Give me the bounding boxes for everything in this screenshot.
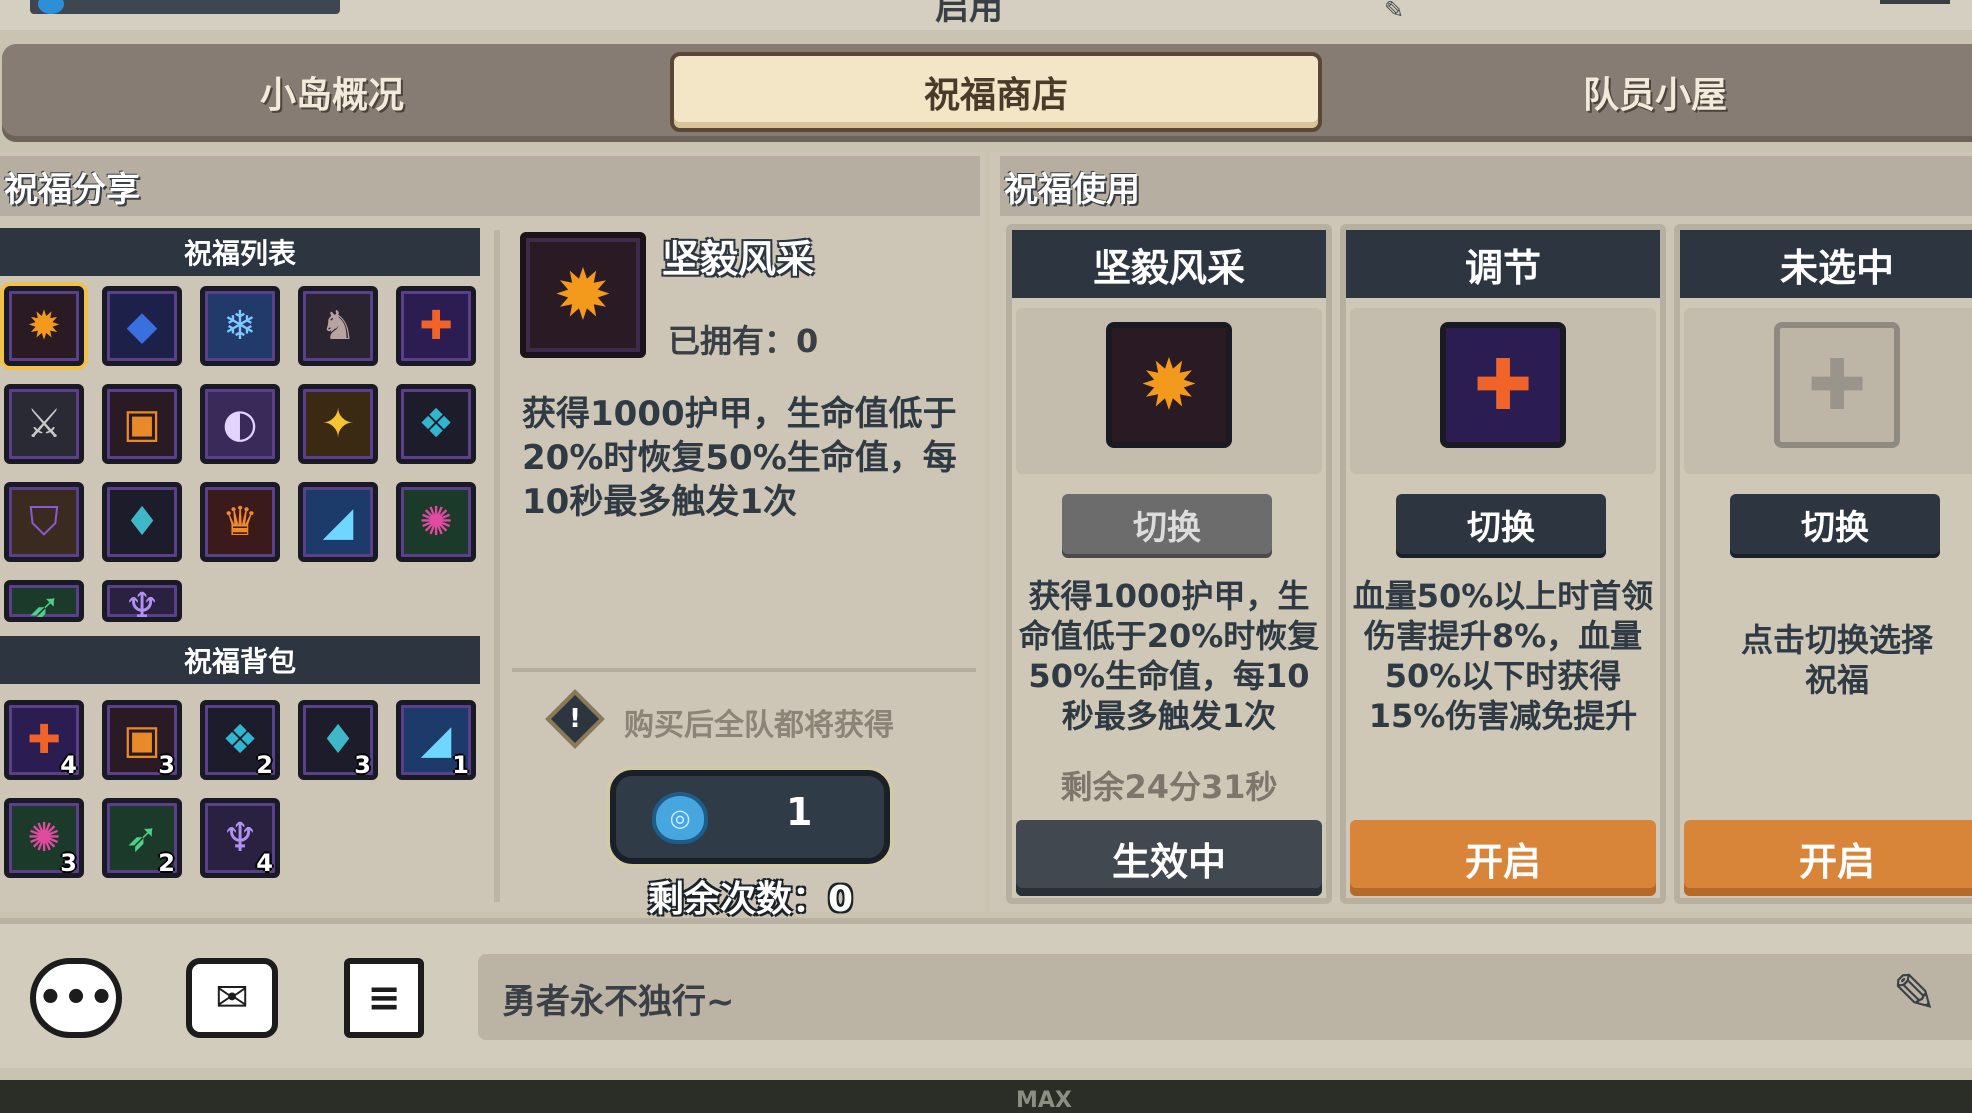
blessing-slot-card: 调节 ✚ 切换 血量50%以上时首领伤害提升8%，血量50%以下时获得15%伤害… <box>1340 224 1666 904</box>
item-count: 4 <box>256 849 273 877</box>
enable-button[interactable]: 开启 <box>1684 820 1972 896</box>
slot-desc: 点击切换选择祝福 <box>1740 621 1933 699</box>
slot-title: 坚毅风采 <box>1012 230 1326 298</box>
cross-star-icon[interactable]: ✚ 4 <box>4 700 84 780</box>
fire-chest-icon[interactable]: ▣ 3 <box>102 700 182 780</box>
dragon-head-icon[interactable]: ♞ <box>298 286 378 366</box>
item-count: 2 <box>256 751 273 779</box>
mail-icon[interactable]: ✉ <box>186 958 278 1038</box>
tab-blessing-shop[interactable]: 祝福商店 <box>670 52 1322 132</box>
green-arrow-icon[interactable]: ➶ 2 <box>102 798 182 878</box>
slot-icon-box: ✚ <box>1350 308 1656 474</box>
flame-crown-icon[interactable]: ♛ <box>200 482 280 562</box>
crossed-swords-icon[interactable]: ⚔ <box>4 384 84 464</box>
slot-desc: 血量50%以上时首领伤害提升8%，血量50%以下时获得15%伤害减免提升 <box>1352 577 1654 735</box>
blessing-detail-name: 坚毅风采 <box>662 237 815 281</box>
sunburst-icon[interactable]: ✹ <box>4 286 84 366</box>
gem-icon: ◎ <box>652 792 708 844</box>
item-count: 2 <box>158 849 175 877</box>
slot-timer: 剩余24分31秒 <box>1060 768 1278 806</box>
potion-trio-icon[interactable]: ♦ 3 <box>298 700 378 780</box>
corner-bar <box>1880 0 1950 4</box>
slot-icon-box: ✹ <box>1016 308 1322 474</box>
slot-desc: 获得1000护甲，生命值低于20%时恢复50%生命值，每10秒最多触发1次 <box>1018 577 1320 735</box>
green-spike-orb-icon[interactable]: ✺ <box>396 482 476 562</box>
team-notice-text: 购买后全队都将获得 <box>624 708 894 743</box>
purchase-button[interactable]: ◎ 1 <box>610 770 890 864</box>
blessing-bag-header: 祝福背包 <box>0 636 480 684</box>
active-status-button[interactable]: 生效中 <box>1016 820 1322 896</box>
frost-shield-icon[interactable]: ❄ <box>200 286 280 366</box>
notes-icon[interactable]: ≡ <box>344 958 424 1038</box>
swap-button[interactable]: 切换 <box>1730 494 1940 554</box>
blessing-slot-card: 坚毅风采 ✹ 切换 获得1000护甲，生命值低于20%时恢复50%生命值，每10… <box>1006 224 1332 904</box>
edit-icon[interactable]: ✎ <box>1384 0 1404 24</box>
swap-button[interactable]: 切换 <box>1062 494 1272 554</box>
currency-bar <box>30 0 340 14</box>
gold-nugget-icon[interactable]: ✦ <box>298 384 378 464</box>
chat-input[interactable]: 勇者永不独行~ ✎ <box>478 954 1972 1040</box>
gem-cluster-icon[interactable]: ❖ <box>396 384 476 464</box>
swap-button[interactable]: 切换 <box>1396 494 1606 554</box>
shield-banner-icon[interactable]: ⛉ <box>4 482 84 562</box>
tab-island-overview[interactable]: 小岛概况 <box>2 52 662 132</box>
max-label: MAX <box>1016 1088 1072 1113</box>
remaining-count: 剩余次数：0 <box>648 879 854 920</box>
blessing-list-header: 祝福列表 <box>0 228 480 276</box>
price-value: 1 <box>786 790 813 834</box>
slot-title: 未选中 <box>1680 230 1972 298</box>
sunburst-icon: ✹ <box>1106 322 1232 448</box>
potion-trio-icon[interactable]: ♦ <box>102 482 182 562</box>
blessing-detail-desc: 获得1000护甲，生命值低于20%时恢复50%生命值，每10秒最多触发1次 <box>522 394 957 522</box>
ice-shard-icon[interactable]: ◢ 1 <box>396 700 476 780</box>
cross-star-icon[interactable]: ✚ <box>396 286 476 366</box>
cross-star-icon: ✚ <box>1440 322 1566 448</box>
chat-bubble-icon[interactable]: ••• <box>30 958 122 1038</box>
item-count: 3 <box>60 849 77 877</box>
sunburst-icon: ✹ <box>520 232 646 358</box>
top-strip: 启用 ✎ <box>0 0 1972 30</box>
vertical-divider <box>494 230 500 902</box>
enable-button[interactable]: 开启 <box>1350 820 1656 896</box>
notice-icon: ! <box>545 689 605 749</box>
moon-orb-icon[interactable]: ◐ <box>200 384 280 464</box>
blessing-slot-card: 未选中 ✚ 切换 点击切换选择祝福 开启 <box>1674 224 1972 904</box>
slot-icon-box: ✚ <box>1684 308 1972 474</box>
pencil-icon[interactable]: ✎ <box>1892 962 1937 1025</box>
slot-title: 调节 <box>1346 230 1660 298</box>
tab-member-cabin[interactable]: 队员小屋 <box>1330 52 1972 132</box>
green-arrow-icon[interactable]: ➶ <box>4 580 84 622</box>
fire-chest-icon[interactable]: ▣ <box>102 384 182 464</box>
footer-strip: MAX <box>0 1080 1972 1113</box>
green-spike-orb-icon[interactable]: ✺ 3 <box>4 798 84 878</box>
purple-demon-icon[interactable]: ♆ <box>102 580 182 622</box>
item-count: 3 <box>158 751 175 779</box>
chat-placeholder: 勇者永不独行~ <box>502 982 735 1022</box>
purple-demon-icon[interactable]: ♆ 4 <box>200 798 280 878</box>
blessing-share-title: 祝福分享 <box>0 156 980 216</box>
item-count: 3 <box>354 751 371 779</box>
page-title-partial: 启用 <box>935 0 1003 28</box>
gem-cluster-icon[interactable]: ❖ 2 <box>200 700 280 780</box>
item-count: 1 <box>452 751 469 779</box>
empty-plus-icon[interactable]: ✚ <box>1774 322 1900 448</box>
owned-count: 已拥有：0 <box>668 322 819 360</box>
ice-shard-icon[interactable]: ◢ <box>298 482 378 562</box>
bottom-bar: ••• ✉ ≡ 勇者永不独行~ ✎ <box>0 918 1972 1068</box>
item-count: 4 <box>60 751 77 779</box>
moon-crystal-icon[interactable]: ◆ <box>102 286 182 366</box>
detail-divider <box>512 668 976 672</box>
blessing-use-title: 祝福使用 <box>1000 156 1972 216</box>
blessing-use-panel: 祝福使用 坚毅风采 ✹ 切换 获得1000护甲，生命值低于20%时恢复50%生命… <box>990 152 1972 912</box>
tab-bar: 小岛概况 祝福商店 队员小屋 <box>2 44 1972 142</box>
